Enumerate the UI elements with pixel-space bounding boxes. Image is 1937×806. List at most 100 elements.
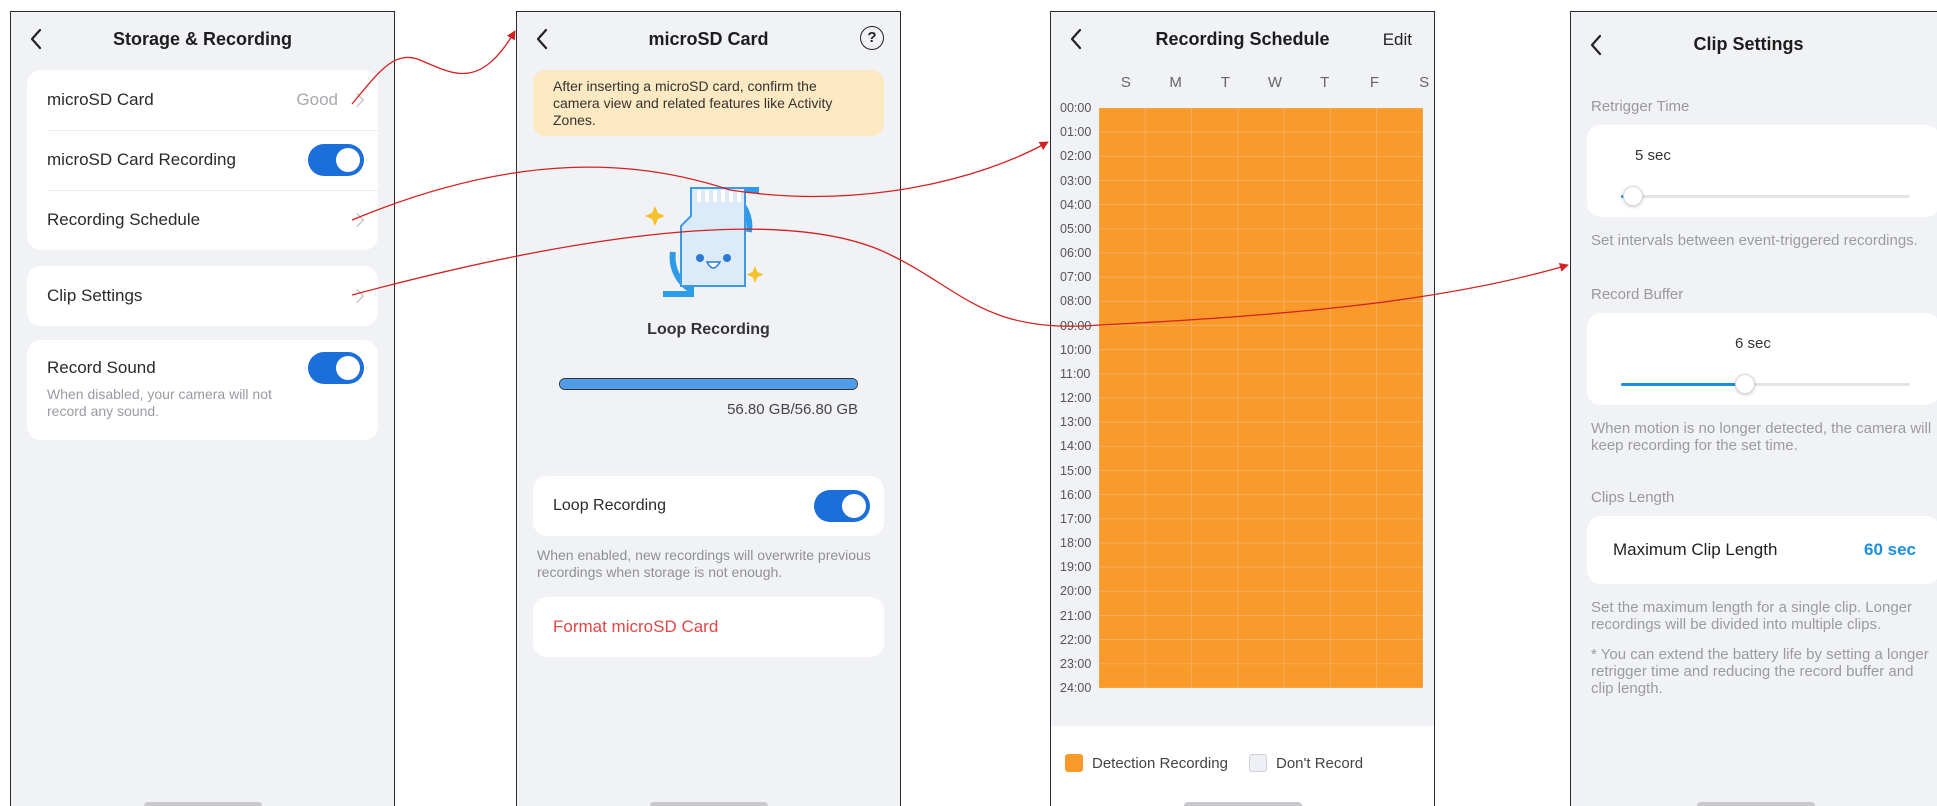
schedule-cell[interactable] [1237, 300, 1285, 326]
schedule-cell[interactable] [1191, 180, 1239, 206]
schedule-cell[interactable] [1099, 494, 1146, 520]
schedule-cell[interactable] [1191, 131, 1239, 157]
schedule-cell[interactable] [1144, 470, 1192, 496]
schedule-cell[interactable] [1191, 566, 1239, 592]
schedule-cell[interactable] [1191, 663, 1239, 688]
schedule-cell[interactable] [1330, 421, 1378, 447]
schedule-cell[interactable] [1144, 228, 1192, 254]
schedule-cell[interactable] [1237, 180, 1285, 206]
schedule-cell[interactable] [1099, 590, 1146, 616]
back-arrow-icon[interactable] [25, 26, 49, 52]
schedule-cell[interactable] [1330, 542, 1378, 568]
schedule-cell[interactable] [1099, 252, 1146, 278]
schedule-cell[interactable] [1283, 470, 1331, 496]
schedule-cell[interactable] [1099, 542, 1146, 568]
schedule-cell[interactable] [1237, 542, 1285, 568]
schedule-cell[interactable] [1237, 228, 1285, 254]
schedule-cell[interactable] [1099, 108, 1146, 133]
schedule-cell[interactable] [1237, 397, 1285, 423]
schedule-cell[interactable] [1144, 639, 1192, 665]
schedule-cell[interactable] [1376, 470, 1423, 496]
schedule-cell[interactable] [1376, 300, 1423, 326]
schedule-cell[interactable] [1283, 300, 1331, 326]
schedule-cell[interactable] [1330, 180, 1378, 206]
schedule-cell[interactable] [1376, 325, 1423, 351]
schedule-cell[interactable] [1191, 108, 1239, 133]
schedule-cell[interactable] [1191, 542, 1239, 568]
schedule-cell[interactable] [1330, 204, 1378, 230]
schedule-cell[interactable] [1191, 228, 1239, 254]
schedule-cell[interactable] [1283, 397, 1331, 423]
schedule-cell[interactable] [1144, 566, 1192, 592]
schedule-cell[interactable] [1376, 615, 1423, 641]
schedule-cell[interactable] [1144, 373, 1192, 399]
schedule-cell[interactable] [1237, 590, 1285, 616]
format-microsd-button[interactable]: Format microSD Card [533, 597, 884, 657]
schedule-cell[interactable] [1376, 108, 1423, 133]
schedule-cell[interactable] [1144, 252, 1192, 278]
schedule-cell[interactable] [1099, 349, 1146, 375]
schedule-cell[interactable] [1099, 566, 1146, 592]
schedule-cell[interactable] [1144, 180, 1192, 206]
schedule-cell[interactable] [1099, 180, 1146, 206]
schedule-cell[interactable] [1237, 131, 1285, 157]
schedule-cell[interactable] [1376, 421, 1423, 447]
schedule-cell[interactable] [1099, 155, 1146, 181]
schedule-cell[interactable] [1144, 542, 1192, 568]
schedule-cell[interactable] [1283, 228, 1331, 254]
schedule-cell[interactable] [1376, 228, 1423, 254]
schedule-cell[interactable] [1330, 276, 1378, 302]
schedule-cell[interactable] [1330, 663, 1378, 688]
schedule-cell[interactable] [1191, 590, 1239, 616]
schedule-cell[interactable] [1099, 325, 1146, 351]
schedule-cell[interactable] [1283, 542, 1331, 568]
schedule-cell[interactable] [1283, 349, 1331, 375]
schedule-cell[interactable] [1144, 276, 1192, 302]
schedule-cell[interactable] [1330, 639, 1378, 665]
edit-button[interactable]: Edit [1383, 30, 1412, 50]
schedule-cell[interactable] [1330, 131, 1378, 157]
schedule-cell[interactable] [1099, 639, 1146, 665]
schedule-cell[interactable] [1099, 663, 1146, 688]
schedule-grid[interactable] [1099, 108, 1423, 688]
microsd-card-row[interactable]: microSD Card Good [27, 70, 378, 130]
buffer-slider-track[interactable] [1621, 374, 1910, 394]
schedule-cell[interactable] [1237, 325, 1285, 351]
schedule-cell[interactable] [1283, 276, 1331, 302]
schedule-cell[interactable] [1330, 300, 1378, 326]
schedule-cell[interactable] [1099, 204, 1146, 230]
schedule-cell[interactable] [1144, 663, 1192, 688]
schedule-cell[interactable] [1283, 155, 1331, 181]
schedule-cell[interactable] [1283, 325, 1331, 351]
schedule-cell[interactable] [1099, 445, 1146, 471]
schedule-cell[interactable] [1376, 252, 1423, 278]
schedule-cell[interactable] [1099, 276, 1146, 302]
buffer-slider-thumb[interactable] [1735, 374, 1756, 394]
record-sound-toggle[interactable] [308, 352, 364, 384]
schedule-cell[interactable] [1237, 155, 1285, 181]
schedule-cell[interactable] [1283, 421, 1331, 447]
schedule-cell[interactable] [1237, 276, 1285, 302]
schedule-cell[interactable] [1237, 108, 1285, 133]
schedule-cell[interactable] [1376, 373, 1423, 399]
schedule-cell[interactable] [1330, 494, 1378, 520]
schedule-cell[interactable] [1191, 300, 1239, 326]
schedule-cell[interactable] [1191, 349, 1239, 375]
schedule-cell[interactable] [1376, 639, 1423, 665]
schedule-cell[interactable] [1376, 180, 1423, 206]
schedule-cell[interactable] [1237, 373, 1285, 399]
schedule-cell[interactable] [1237, 663, 1285, 688]
schedule-cell[interactable] [1237, 349, 1285, 375]
retrigger-slider-track[interactable] [1621, 186, 1910, 206]
schedule-cell[interactable] [1144, 108, 1192, 133]
schedule-cell[interactable] [1330, 349, 1378, 375]
schedule-cell[interactable] [1330, 325, 1378, 351]
schedule-cell[interactable] [1376, 155, 1423, 181]
schedule-cell[interactable] [1191, 325, 1239, 351]
back-arrow-icon[interactable] [531, 26, 555, 52]
microsd-recording-toggle[interactable] [308, 144, 364, 176]
schedule-cell[interactable] [1283, 131, 1331, 157]
schedule-cell[interactable] [1283, 252, 1331, 278]
schedule-cell[interactable] [1330, 590, 1378, 616]
schedule-cell[interactable] [1283, 204, 1331, 230]
